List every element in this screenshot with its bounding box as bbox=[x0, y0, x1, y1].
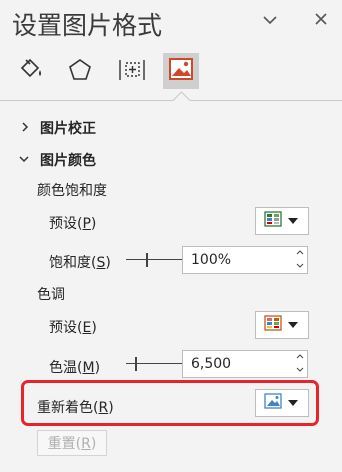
saturation-preset-label: 预设(P) bbox=[49, 216, 97, 232]
tab-picture[interactable] bbox=[163, 53, 199, 89]
color-saturation-icon bbox=[264, 211, 282, 231]
slider-thumb[interactable] bbox=[146, 253, 148, 267]
active-tab-pointer bbox=[172, 91, 191, 110]
temperature-value: 6,500 bbox=[191, 356, 232, 372]
recolor-dropdown[interactable] bbox=[255, 389, 309, 417]
temperature-slider[interactable] bbox=[126, 357, 186, 371]
saturation-value: 100% bbox=[191, 252, 232, 268]
reset-button[interactable]: 重置(R) bbox=[37, 430, 107, 456]
spinner-arrows[interactable] bbox=[296, 248, 304, 274]
temperature-input[interactable]: 6,500 bbox=[182, 350, 308, 378]
size-properties-icon bbox=[117, 56, 147, 88]
tab-fill-line[interactable] bbox=[13, 54, 49, 90]
pane-title: 设置图片格式 bbox=[12, 11, 163, 40]
color-tone-icon bbox=[264, 315, 282, 335]
dropdown-arrow-icon bbox=[288, 218, 298, 224]
slider-track bbox=[126, 259, 186, 260]
section-label: 图片校正 bbox=[40, 121, 96, 137]
close-icon[interactable] bbox=[314, 12, 328, 30]
dropdown-arrow-icon bbox=[288, 400, 298, 406]
tone-group-label: 色调 bbox=[37, 287, 65, 303]
saturation-preset-dropdown[interactable] bbox=[255, 207, 309, 235]
slider-thumb[interactable] bbox=[135, 357, 137, 371]
section-picture-correction[interactable]: 图片校正 bbox=[20, 118, 96, 138]
section-picture-color[interactable]: 图片颜色 bbox=[18, 150, 96, 170]
fill-line-icon bbox=[16, 56, 46, 88]
effects-icon bbox=[66, 56, 94, 88]
saturation-group-label: 颜色饱和度 bbox=[37, 183, 107, 199]
recolor-label: 重新着色(R) bbox=[37, 400, 114, 416]
picture-icon bbox=[168, 57, 194, 85]
spinner-arrows[interactable] bbox=[296, 352, 304, 378]
tab-effects[interactable] bbox=[62, 54, 98, 90]
tone-preset-label: 预设(E) bbox=[49, 320, 97, 336]
tone-preset-dropdown[interactable] bbox=[255, 311, 309, 339]
tab-size-properties[interactable] bbox=[114, 54, 150, 90]
saturation-slider[interactable] bbox=[126, 253, 186, 267]
temperature-label: 色温(M) bbox=[49, 360, 101, 376]
chevron-right-icon bbox=[20, 121, 30, 136]
dropdown-arrow-icon bbox=[288, 322, 298, 328]
section-label: 图片颜色 bbox=[40, 153, 96, 169]
chevron-down-icon bbox=[18, 153, 30, 167]
saturation-label: 饱和度(S) bbox=[49, 255, 111, 271]
chevron-down-icon[interactable] bbox=[262, 12, 278, 30]
recolor-picture-icon bbox=[264, 393, 282, 413]
saturation-input[interactable]: 100% bbox=[182, 246, 308, 274]
